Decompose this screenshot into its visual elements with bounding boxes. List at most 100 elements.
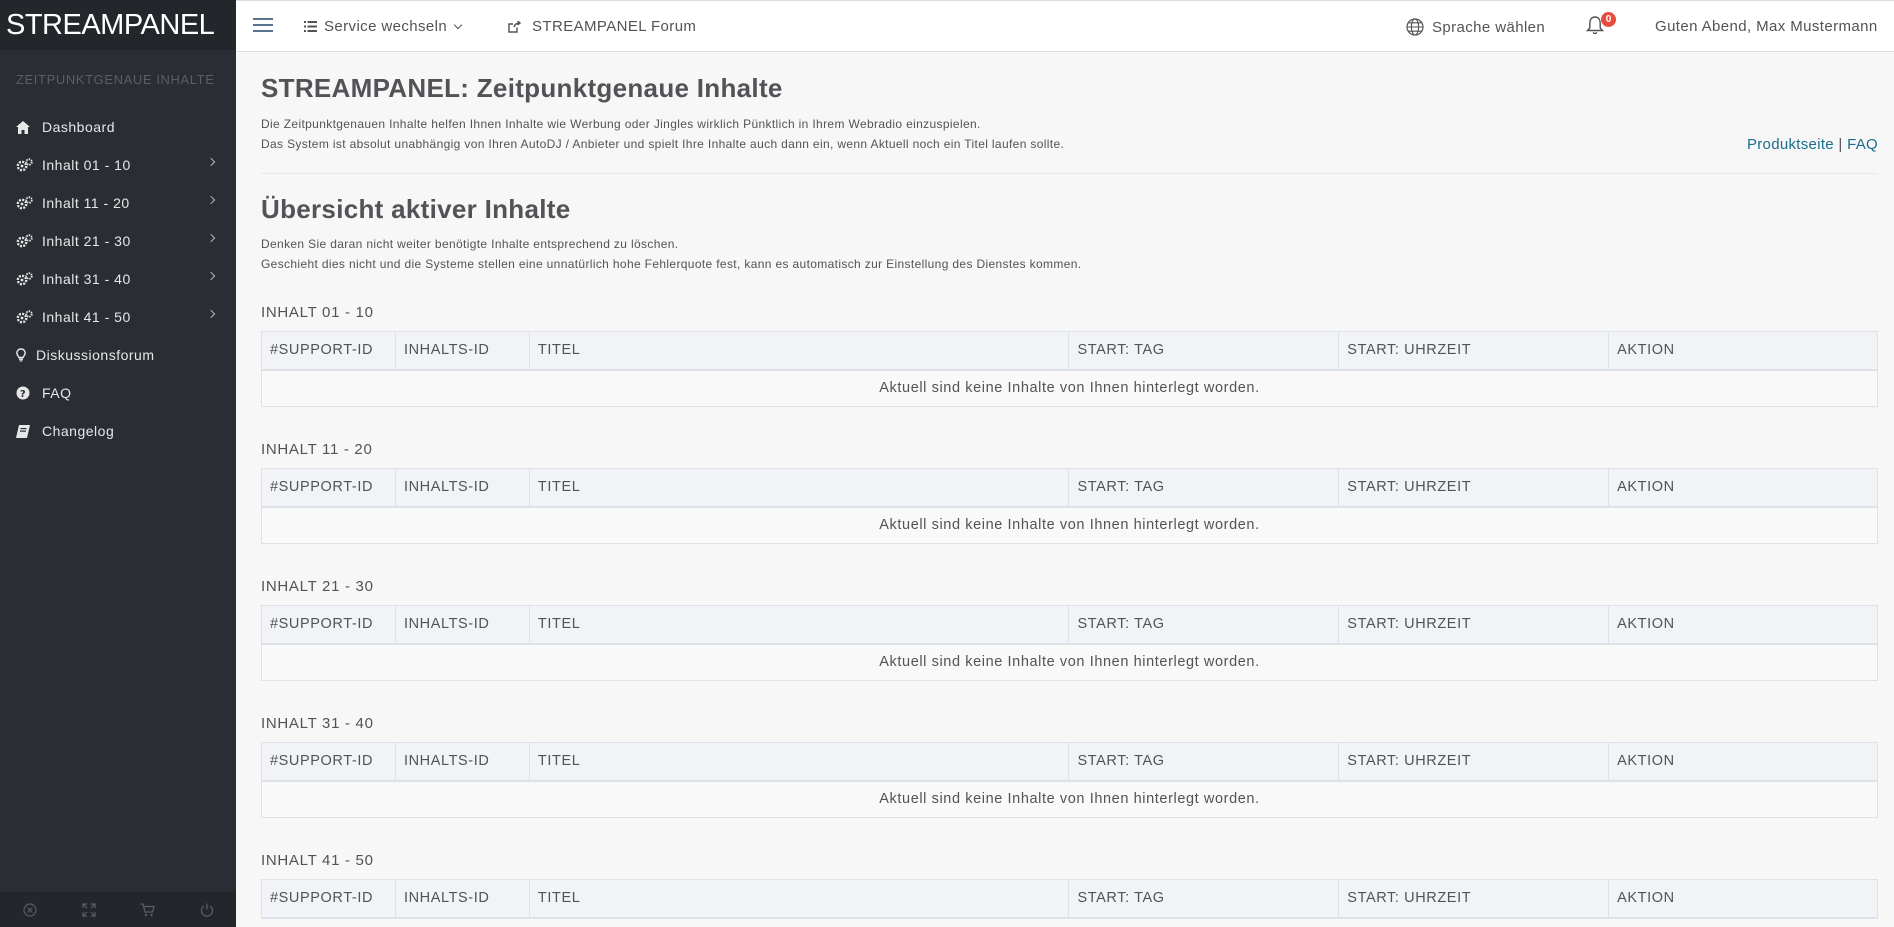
- cart-icon[interactable]: [118, 892, 177, 927]
- sidebar-item-label: Diskussionsforum: [36, 347, 155, 363]
- sidebar-item-inhalt-31-40[interactable]: Inhalt 31 - 40: [0, 260, 236, 298]
- chevron-right-icon: [206, 157, 216, 167]
- top-navbar: Service wechseln STREAMPANEL Forum Sprac…: [236, 0, 1894, 52]
- sidebar-item-inhalt-01-10[interactable]: Inhalt 01 - 10: [0, 146, 236, 184]
- content-block: INHALT 01 - 10 #SUPPORT-ID INHALTS-ID TITEL…: [261, 304, 1878, 407]
- language-label: Sprache wählen: [1432, 18, 1546, 36]
- column-header[interactable]: START: UHRZEIT: [1338, 468, 1610, 508]
- column-header[interactable]: #SUPPORT-ID: [261, 742, 396, 782]
- lightbulb-icon: [16, 348, 30, 362]
- power-icon[interactable]: [177, 892, 236, 927]
- sidebar-menu: Dashboard Inhalt 01 - 10 Inhalt 11 - 20 …: [0, 108, 236, 450]
- sidebar-item-inhalt-21-30[interactable]: Inhalt 21 - 30: [0, 222, 236, 260]
- sidebar-item-inhalt-41-50[interactable]: Inhalt 41 - 50: [0, 298, 236, 336]
- page-title: STREAMPANEL: Zeitpunktgenaue Inhalte: [261, 73, 783, 103]
- product-page-link[interactable]: Produktseite: [1747, 136, 1834, 153]
- block-title: INHALT 21 - 30: [261, 578, 374, 595]
- section-title: Übersicht aktiver Inhalte: [261, 194, 571, 224]
- help-links: Produktseite | FAQ: [1747, 136, 1878, 153]
- brand-logo[interactable]: STREAMPANEL: [0, 0, 236, 50]
- column-header[interactable]: START: UHRZEIT: [1338, 605, 1610, 645]
- column-header[interactable]: #SUPPORT-ID: [261, 605, 396, 645]
- column-header[interactable]: #SUPPORT-ID: [261, 879, 396, 919]
- column-header[interactable]: START: TAG: [1068, 879, 1340, 919]
- service-switch-dropdown[interactable]: Service wechseln: [304, 18, 463, 35]
- column-header[interactable]: TITEL: [528, 605, 1070, 645]
- column-header[interactable]: TITEL: [528, 331, 1070, 371]
- question-circle-icon: ?: [16, 386, 36, 400]
- column-header[interactable]: START: TAG: [1068, 605, 1340, 645]
- sidebar-item-changelog[interactable]: Changelog: [0, 412, 236, 450]
- menu-toggle-icon[interactable]: [253, 18, 273, 32]
- sidebar-item-label: Inhalt 21 - 30: [42, 233, 131, 249]
- column-header[interactable]: START: TAG: [1068, 468, 1340, 508]
- table-header-row: #SUPPORT-ID INHALTS-ID TITEL START: TAG STAR…: [261, 605, 1878, 645]
- table-header-row: #SUPPORT-ID INHALTS-ID TITEL START: TAG STAR…: [261, 742, 1878, 782]
- block-title: INHALT 11 - 20: [261, 441, 373, 458]
- table-row: Aktuell sind keine Inhalte von Ihnen hin…: [261, 369, 1878, 407]
- user-greeting[interactable]: Guten Abend, Max Mustermann: [1655, 18, 1878, 35]
- block-title: INHALT 41 - 50: [261, 852, 374, 869]
- book-icon: [16, 424, 36, 438]
- content-block: INHALT 21 - 30 #SUPPORT-ID INHALTS-ID TITEL…: [261, 578, 1878, 681]
- column-header[interactable]: START: UHRZEIT: [1338, 879, 1610, 919]
- column-header[interactable]: TITEL: [528, 879, 1070, 919]
- sidebar-item-label: Changelog: [42, 423, 115, 439]
- column-header[interactable]: TITEL: [528, 468, 1070, 508]
- chevron-right-icon: [206, 195, 216, 205]
- column-header[interactable]: INHALTS-ID: [394, 468, 530, 508]
- column-header[interactable]: START: TAG: [1068, 331, 1340, 371]
- content-block: INHALT 31 - 40 #SUPPORT-ID INHALTS-ID TITEL…: [261, 715, 1878, 818]
- gears-icon: [16, 196, 36, 210]
- sidebar-item-dashboard[interactable]: Dashboard: [0, 108, 236, 146]
- column-header[interactable]: INHALTS-ID: [394, 605, 530, 645]
- globe-icon: [1406, 18, 1424, 36]
- intro-line: Die Zeitpunktgenauen Inhalte helfen Ihne…: [261, 117, 981, 131]
- content-blocks: INHALT 01 - 10 #SUPPORT-ID INHALTS-ID TITEL…: [261, 304, 1878, 919]
- sidebar-item-diskussionsforum[interactable]: Diskussionsforum: [0, 336, 236, 374]
- empty-state-text: Aktuell sind keine Inhalte von Ihnen hin…: [261, 780, 1878, 818]
- table-header-row: #SUPPORT-ID INHALTS-ID TITEL START: TAG STAR…: [261, 468, 1878, 508]
- sidebar-item-faq[interactable]: ? FAQ: [0, 374, 236, 412]
- forum-link[interactable]: STREAMPANEL Forum: [508, 18, 696, 35]
- service-switch-label: Service wechseln: [324, 18, 448, 35]
- column-header[interactable]: AKTION: [1608, 331, 1878, 371]
- sidebar-item-inhalt-11-20[interactable]: Inhalt 11 - 20: [0, 184, 236, 222]
- note-line: Denken Sie daran nicht weiter benötigte …: [261, 237, 679, 251]
- column-header[interactable]: START: TAG: [1068, 742, 1340, 782]
- column-header[interactable]: START: UHRZEIT: [1338, 742, 1610, 782]
- column-header[interactable]: AKTION: [1608, 742, 1878, 782]
- sidebar-item-label: Inhalt 31 - 40: [42, 271, 131, 287]
- content-table: #SUPPORT-ID INHALTS-ID TITEL START: TAG STAR…: [261, 742, 1878, 818]
- column-header[interactable]: AKTION: [1608, 879, 1878, 919]
- divider: [261, 173, 1878, 174]
- sidebar-item-label: Inhalt 11 - 20: [42, 195, 130, 211]
- chevron-down-icon: [453, 20, 463, 29]
- gears-icon: [16, 234, 36, 248]
- column-header[interactable]: #SUPPORT-ID: [261, 468, 396, 508]
- external-link-icon: [508, 20, 521, 33]
- column-header[interactable]: INHALTS-ID: [394, 742, 530, 782]
- faq-link[interactable]: FAQ: [1847, 136, 1878, 153]
- fullscreen-icon[interactable]: [59, 892, 118, 927]
- column-header[interactable]: AKTION: [1608, 605, 1878, 645]
- notification-count-badge: 0: [1601, 12, 1616, 27]
- column-header[interactable]: INHALTS-ID: [394, 331, 530, 371]
- language-select[interactable]: Sprache wählen: [1406, 18, 1545, 36]
- column-header[interactable]: INHALTS-ID: [394, 879, 530, 919]
- column-header[interactable]: START: UHRZEIT: [1338, 331, 1610, 371]
- sidebar-item-label: Dashboard: [42, 119, 115, 135]
- table-row: Aktuell sind keine Inhalte von Ihnen hin…: [261, 780, 1878, 818]
- table-row: Aktuell sind keine Inhalte von Ihnen hin…: [261, 643, 1878, 681]
- column-header[interactable]: #SUPPORT-ID: [261, 331, 396, 371]
- sidebar-item-label: Inhalt 41 - 50: [42, 309, 131, 325]
- empty-state-text: Aktuell sind keine Inhalte von Ihnen hin…: [261, 369, 1878, 407]
- column-header[interactable]: AKTION: [1608, 468, 1878, 508]
- main-content: STREAMPANEL: Zeitpunktgenaue Inhalte Die…: [236, 53, 1894, 927]
- link-separator: |: [1838, 136, 1843, 153]
- close-circle-icon[interactable]: [0, 892, 59, 927]
- gears-icon: [16, 310, 36, 324]
- sidebar-item-label: FAQ: [42, 385, 72, 401]
- intro-text: Die Zeitpunktgenauen Inhalte helfen Ihne…: [261, 114, 1878, 154]
- column-header[interactable]: TITEL: [528, 742, 1070, 782]
